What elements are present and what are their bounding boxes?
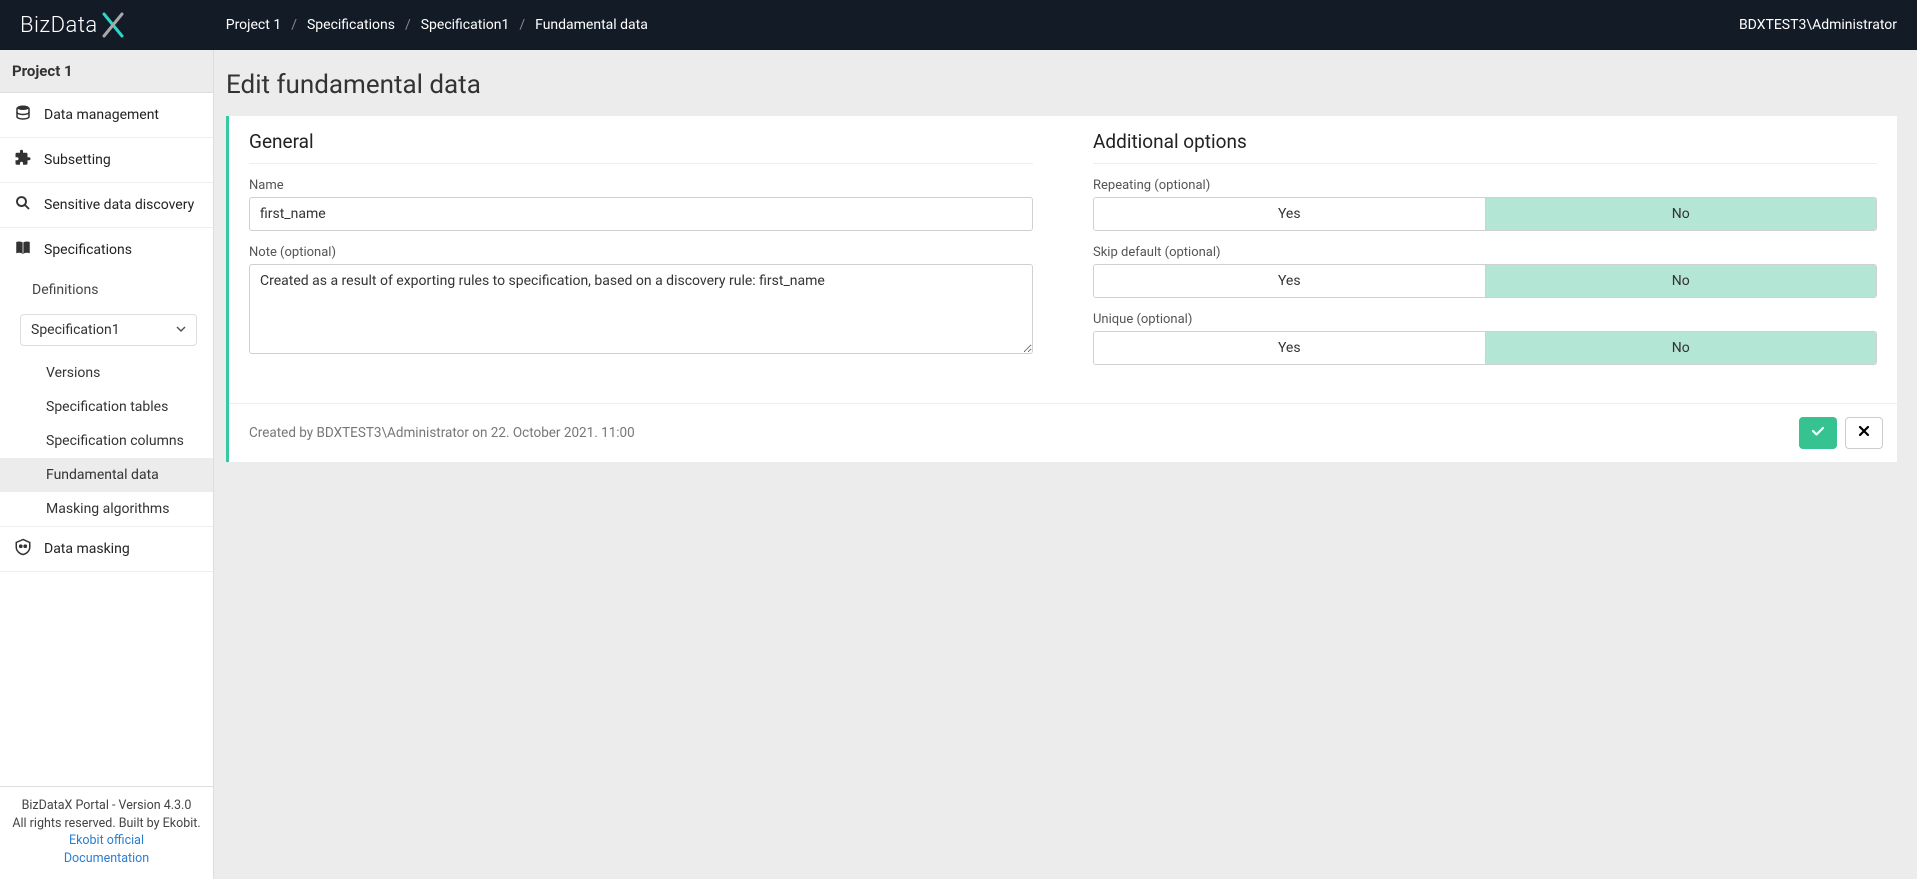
close-icon [1858,425,1870,441]
edit-card: General Name Note (optional) Created as … [226,116,1897,462]
sidebar-item-label: Subsetting [44,152,111,168]
logo-x-icon [100,12,126,38]
main-content: Edit fundamental data General Name Note … [214,50,1917,879]
sidebar: Project 1 Data management Subsetting Sen… [0,50,214,879]
search-icon [14,194,32,216]
puzzle-icon [14,149,32,171]
skip-label: Skip default (optional) [1093,245,1877,260]
skip-no[interactable]: No [1485,265,1877,297]
sidebar-item-label: Specifications [44,242,132,258]
note-textarea[interactable]: Created as a result of exporting rules t… [249,264,1033,354]
mask-icon [14,538,32,560]
name-input[interactable] [249,197,1033,231]
breadcrumb-specification1[interactable]: Specification1 [421,17,510,33]
additional-section: Additional options Repeating (optional) … [1093,130,1877,379]
unique-label: Unique (optional) [1093,312,1877,327]
skip-toggle: Yes No [1093,264,1877,298]
sidebar-item-label: Sensitive data discovery [44,197,194,213]
page-title: Edit fundamental data [226,70,1897,100]
created-meta: Created by BDXTEST3\Administrator on 22.… [249,425,635,441]
chevron-down-icon [176,322,186,338]
name-label: Name [249,178,1033,193]
breadcrumb-project[interactable]: Project 1 [226,17,281,33]
sidebar-sub-masking-alg[interactable]: Masking algorithms [0,492,213,526]
skip-yes[interactable]: Yes [1094,265,1485,297]
note-label: Note (optional) [249,245,1033,260]
sidebar-item-data-management[interactable]: Data management [0,93,213,138]
topbar: BizData Project 1 / Specifications / Spe… [0,0,1917,50]
unique-toggle: Yes No [1093,331,1877,365]
breadcrumb: Project 1 / Specifications / Specificati… [226,17,648,33]
sidebar-item-specifications[interactable]: Specifications [0,228,213,272]
sidebar-sub-definitions[interactable]: Definitions [0,272,213,308]
sidebar-sub-spec-columns[interactable]: Specification columns [0,424,213,458]
sidebar-project-header[interactable]: Project 1 [0,50,213,93]
unique-no[interactable]: No [1485,332,1877,364]
user-label[interactable]: BDXTEST3\Administrator [1739,17,1897,33]
specification-select[interactable]: Specification1 [20,314,197,346]
sidebar-footer: BizDataX Portal - Version 4.3.0 All righ… [0,786,213,879]
sidebar-item-subsetting[interactable]: Subsetting [0,138,213,183]
sidebar-sub-fundamental[interactable]: Fundamental data [0,458,213,492]
logo[interactable]: BizData [20,12,126,38]
repeating-no[interactable]: No [1485,198,1877,230]
database-icon [14,104,32,126]
unique-yes[interactable]: Yes [1094,332,1485,364]
sidebar-sub-spec-tables[interactable]: Specification tables [0,390,213,424]
sidebar-item-label: Data management [44,107,159,123]
sidebar-item-sensitive-discovery[interactable]: Sensitive data discovery [0,183,213,228]
general-section: General Name Note (optional) Created as … [249,130,1033,379]
sidebar-sub-versions[interactable]: Versions [0,356,213,390]
repeating-toggle: Yes No [1093,197,1877,231]
general-title: General [249,130,1033,164]
footer-rights: All rights reserved. Built by Ekobit. [10,815,203,833]
additional-title: Additional options [1093,130,1877,164]
footer-link-docs[interactable]: Documentation [10,850,203,868]
specification-select-value: Specification1 [31,322,120,338]
sidebar-item-data-masking[interactable]: Data masking [0,527,213,572]
check-icon [1810,423,1826,443]
save-button[interactable] [1799,417,1837,449]
repeating-yes[interactable]: Yes [1094,198,1485,230]
sidebar-item-label: Data masking [44,541,130,557]
cancel-button[interactable] [1845,417,1883,449]
book-icon [14,239,32,261]
repeating-label: Repeating (optional) [1093,178,1877,193]
breadcrumb-fundamental[interactable]: Fundamental data [535,17,648,33]
breadcrumb-specifications[interactable]: Specifications [307,17,395,33]
footer-link-official[interactable]: Ekobit official [10,832,203,850]
footer-version: BizDataX Portal - Version 4.3.0 [10,797,203,815]
